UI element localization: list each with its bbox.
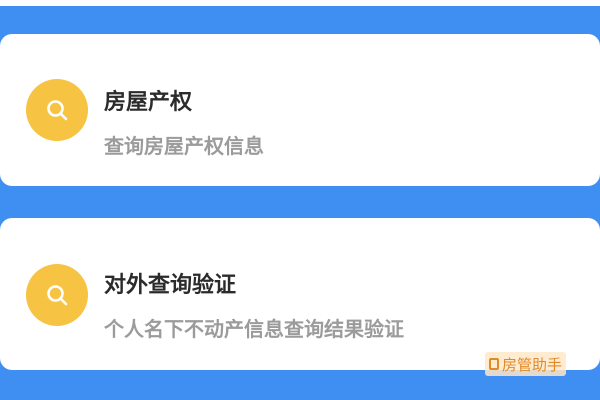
card-title: 房屋产权 — [104, 90, 193, 115]
card-description: 查询房屋产权信息 — [104, 134, 264, 158]
card-external-verification[interactable]: 对外查询验证 个人名下不动产信息查询结果验证 — [0, 218, 600, 370]
card-property-rights[interactable]: 房屋产权 查询房屋产权信息 — [0, 34, 600, 186]
page: 房屋产权 查询房屋产权信息 对外查询验证 个人名下不动产信息查询结果验证 房管助… — [0, 0, 600, 400]
watermark-text: 房管助手 — [501, 355, 562, 374]
search-icon — [26, 264, 88, 326]
card-description: 个人名下不动产信息查询结果验证 — [104, 317, 404, 341]
top-strip — [0, 0, 600, 6]
watermark-icon — [488, 358, 499, 370]
search-icon — [26, 79, 88, 141]
card-title: 对外查询验证 — [104, 273, 237, 298]
watermark: 房管助手 — [484, 352, 566, 376]
